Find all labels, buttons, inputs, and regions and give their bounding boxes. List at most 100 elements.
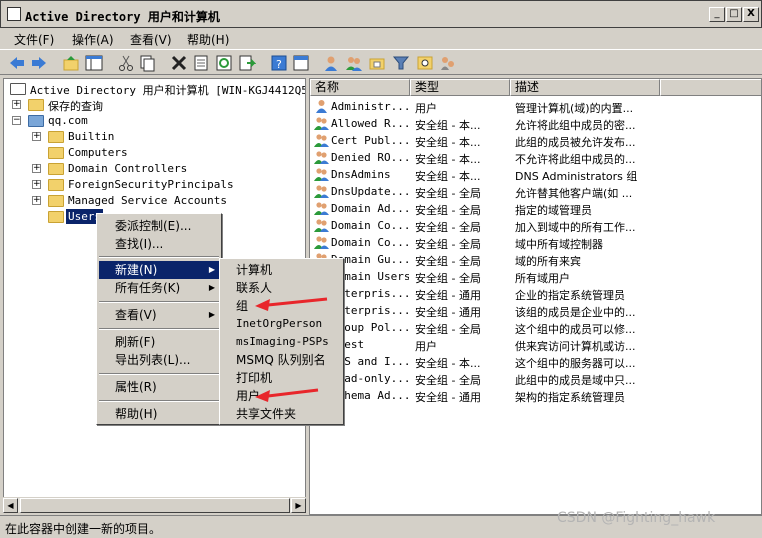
group-icon: [314, 218, 329, 232]
console-tree-icon[interactable]: [85, 54, 103, 72]
column-header-type[interactable]: 类型: [410, 79, 510, 96]
table-row[interactable]: Read-only... 安全组 - 全局 此组中的成员是域中只...: [310, 370, 761, 387]
table-row[interactable]: Administr... 用户 管理计算机(域)的内置...: [310, 98, 761, 115]
menu-item-find[interactable]: 查找(I)...: [99, 235, 219, 253]
table-row[interactable]: Cert Publ... 安全组 - 本... 此组的成员被允许发布...: [310, 132, 761, 149]
refresh-icon[interactable]: [215, 54, 233, 72]
scroll-right-icon[interactable]: ▶: [291, 498, 306, 513]
cell-type: 安全组 - 全局: [415, 255, 481, 268]
submenu-item-shared-folder[interactable]: 共享文件夹: [222, 405, 296, 423]
submenu-item-msmq-alias[interactable]: MSMQ 队列别名: [222, 351, 326, 369]
expand-icon[interactable]: +: [32, 132, 41, 141]
group-icon: [314, 167, 329, 181]
cell-description: 指定的域管理员: [515, 204, 592, 217]
new-group-icon[interactable]: [345, 54, 363, 72]
filter-icon[interactable]: [392, 54, 410, 72]
table-row[interactable]: DnsAdmins 安全组 - 本... DNS Administrators 组: [310, 166, 761, 183]
table-row[interactable]: Allowed R... 安全组 - 本... 允许将此组中成员的密...: [310, 115, 761, 132]
folder-icon: [48, 147, 64, 159]
scroll-left-icon[interactable]: ◀: [3, 498, 18, 513]
menu-item-all-tasks[interactable]: 所有任务(K) ▶: [99, 279, 219, 297]
submenu-item-msimaging-psps[interactable]: msImaging-PSPs: [222, 333, 329, 351]
submenu-item-group[interactable]: 组: [222, 297, 248, 315]
export-icon[interactable]: [238, 54, 257, 72]
submenu-item-user[interactable]: 用户: [222, 387, 260, 405]
delete-icon[interactable]: [170, 54, 188, 72]
cell-type: 安全组 - 通用: [415, 391, 481, 404]
expand-icon[interactable]: +: [12, 100, 21, 109]
table-row[interactable]: RAS and I... 安全组 - 本... 这个组中的服务器可以...: [310, 353, 761, 370]
menu-separator: [99, 256, 219, 258]
group-icon: [314, 133, 329, 147]
table-row[interactable]: Domain Gu... 安全组 - 全局 域的所有来宾: [310, 251, 761, 268]
tree-item-label: Builtin: [68, 130, 115, 143]
expand-icon[interactable]: +: [32, 164, 41, 173]
menu-item-help[interactable]: 帮助(H): [99, 405, 219, 423]
menu-item-new[interactable]: 新建(N) ▶: [99, 261, 219, 279]
table-row[interactable]: Domain Ad... 安全组 - 全局 指定的域管理员: [310, 200, 761, 217]
close-button[interactable]: X: [743, 7, 759, 22]
menu-item-properties[interactable]: 属性(R): [99, 378, 219, 396]
menu-item-delegate-control[interactable]: 委派控制(E)...: [99, 217, 219, 235]
cell-description: 供来宾访问计算机或访...: [515, 340, 636, 353]
tree-horizontal-scrollbar[interactable]: ◀ ▶: [3, 497, 306, 513]
submenu-item-printer[interactable]: 打印机: [222, 369, 272, 387]
menu-item-view[interactable]: 查看(V) ▶: [99, 306, 219, 324]
maximize-button[interactable]: □: [726, 7, 742, 22]
cell-type: 安全组 - 全局: [415, 221, 481, 234]
cell-type: 安全组 - 全局: [415, 374, 481, 387]
cell-description: 允许将此组中成员的密...: [515, 119, 636, 132]
copy-icon[interactable]: [138, 54, 156, 72]
cell-name: DnsAdmins: [331, 168, 391, 181]
find-icon[interactable]: [416, 54, 434, 72]
menu-action[interactable]: 操作(A): [72, 31, 114, 48]
new-user-icon[interactable]: [322, 54, 340, 72]
table-row[interactable]: Domain Co... 安全组 - 全局 域中所有域控制器: [310, 234, 761, 251]
table-row[interactable]: Domain Co... 安全组 - 全局 加入到域中的所有工作...: [310, 217, 761, 234]
submenu-item-contact[interactable]: 联系人: [222, 279, 272, 297]
table-row[interactable]: Domain Users 安全组 - 全局 所有域用户: [310, 268, 761, 285]
menu-file[interactable]: 文件(F): [14, 31, 54, 48]
title-bar: Active Directory 用户和计算机 _ □ X: [0, 0, 762, 28]
menu-help[interactable]: 帮助(H): [187, 31, 229, 48]
cell-type: 安全组 - 全局: [415, 204, 481, 217]
cell-type: 安全组 - 全局: [415, 272, 481, 285]
expand-icon[interactable]: +: [32, 180, 41, 189]
expand-icon[interactable]: +: [32, 196, 41, 205]
table-row[interactable]: Schema Ad... 安全组 - 通用 架构的指定系统管理员: [310, 387, 761, 404]
back-icon[interactable]: [8, 54, 26, 72]
menu-separator: [99, 373, 219, 375]
column-header-name[interactable]: 名称: [310, 79, 410, 96]
table-row[interactable]: Group Pol... 安全组 - 全局 这个组中的成员可以修...: [310, 319, 761, 336]
submenu-item-computer[interactable]: 计算机: [222, 261, 272, 279]
cell-name: Domain Ad...: [331, 202, 409, 215]
table-row[interactable]: Denied RO... 安全组 - 本... 不允许将此组中成员的...: [310, 149, 761, 166]
up-icon[interactable]: [62, 54, 80, 72]
menu-view[interactable]: 查看(V): [130, 31, 172, 48]
table-row[interactable]: Enterpris... 安全组 - 通用 该组的成员是企业中的...: [310, 302, 761, 319]
help-icon[interactable]: ?: [270, 54, 288, 72]
tree-item-label: Computers: [68, 146, 128, 159]
cell-type: 用户: [415, 102, 437, 115]
table-row[interactable]: Enterpris... 安全组 - 通用 企业的指定系统管理员: [310, 285, 761, 302]
new-ou-icon[interactable]: [368, 54, 386, 72]
cell-description: 允许替其他客户端(如 ...: [515, 187, 633, 200]
add-to-group-icon[interactable]: [439, 54, 457, 72]
collapse-icon[interactable]: −: [12, 116, 21, 125]
menu-item-export-list[interactable]: 导出列表(L)...: [99, 351, 219, 369]
menu-item-refresh[interactable]: 刷新(F): [99, 333, 219, 351]
cell-description: 域的所有来宾: [515, 255, 581, 268]
table-row[interactable]: DnsUpdate... 安全组 - 全局 允许替其他客户端(如 ...: [310, 183, 761, 200]
forward-icon[interactable]: [30, 54, 48, 72]
menu-item-label: 所有任务(K): [115, 281, 181, 295]
show-icon[interactable]: [292, 54, 310, 72]
submenu-item-inetorgperson[interactable]: InetOrgPerson: [222, 315, 322, 333]
minimize-button[interactable]: _: [709, 7, 725, 22]
tree-item-label: Domain Controllers: [68, 162, 188, 175]
column-header-description[interactable]: 描述: [510, 79, 660, 96]
table-row[interactable]: Guest 用户 供来宾访问计算机或访...: [310, 336, 761, 353]
properties-icon[interactable]: [192, 54, 210, 72]
scroll-thumb[interactable]: [20, 498, 290, 513]
cell-description: 这个组中的服务器可以...: [515, 357, 636, 370]
cut-icon[interactable]: [117, 54, 135, 72]
